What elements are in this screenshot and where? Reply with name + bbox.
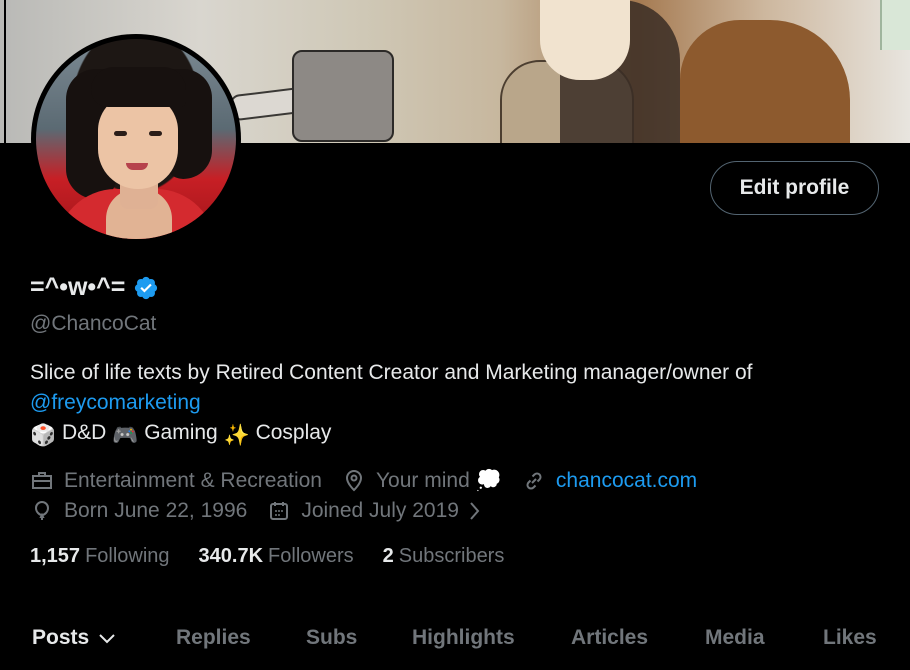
meta-location-text: Your mind: [375, 469, 470, 492]
profile-meta: Entertainment & Recreation Your mind 💭 c…: [30, 466, 717, 526]
meta-website: chancocat.com: [522, 469, 697, 493]
meta-joined-text: Joined July 2019: [301, 499, 459, 522]
meta-row-2: Born June 22, 1996 Joined July 2019: [30, 496, 717, 526]
website-link[interactable]: chancocat.com: [556, 469, 697, 493]
calendar-icon: [270, 502, 289, 520]
subscribers-label: Subscribers: [398, 545, 505, 567]
avatar-photo: [36, 39, 236, 239]
banner-monitor-mount: [292, 50, 394, 142]
meta-birthday: Born June 22, 1996: [30, 499, 247, 523]
meta-birthday-text: Born June 22, 1996: [64, 499, 248, 522]
tab-highlights[interactable]: Highlights: [412, 626, 515, 650]
handle: @ChancoCat: [30, 312, 157, 335]
bio: Slice of life texts by Retired Content C…: [30, 358, 890, 451]
subscribers-count[interactable]: 2 Subscribers: [383, 545, 505, 568]
tab-articles[interactable]: Articles: [571, 626, 648, 650]
briefcase-icon: [32, 472, 52, 489]
meta-location: Your mind 💭: [342, 469, 502, 493]
bio-cosplay: Cosplay: [255, 421, 332, 444]
display-name: =^•w•^=: [30, 273, 159, 302]
avatar-bangs: [91, 67, 186, 107]
banner-illustration-face: [540, 0, 630, 80]
profile-tabs: Posts Replies Subs Highlights Articles M…: [0, 612, 910, 670]
followers-value: 340.7K: [198, 545, 264, 567]
followers-count[interactable]: 340.7K Followers: [199, 545, 354, 568]
tab-posts-label: Posts: [32, 626, 90, 649]
meta-category-text: Entertainment & Recreation: [64, 469, 322, 492]
tab-media[interactable]: Media: [705, 626, 765, 650]
chevron-down-icon: [99, 634, 115, 644]
chevron-right-icon: [470, 502, 480, 520]
link-icon: [526, 472, 542, 490]
avatar[interactable]: [31, 34, 241, 244]
location-pin-icon: [345, 470, 362, 492]
meta-joined[interactable]: Joined July 2019: [267, 499, 495, 523]
avatar-face: [98, 94, 178, 189]
meta-row-1: Entertainment & Recreation Your mind 💭 c…: [30, 466, 717, 496]
bio-line-3: 🎲 D&D 🎮 Gaming ✨ Cosplay: [30, 418, 890, 451]
subscribers-value: 2: [382, 545, 394, 567]
banner-frame-line: [4, 0, 6, 143]
gamepad-emoji-icon: 🎮: [112, 424, 139, 447]
profile-page: Edit profile =^•w•^= @ChancoCat Slice of…: [0, 0, 910, 670]
tab-likes[interactable]: Likes: [823, 626, 877, 650]
following-count[interactable]: 1,157 Following: [30, 545, 170, 568]
following-label: Following: [85, 545, 170, 567]
balloon-icon: [34, 500, 50, 520]
tab-posts[interactable]: Posts: [32, 626, 117, 650]
bio-gaming: Gaming: [144, 421, 218, 444]
avatar-eye-right: [149, 131, 162, 136]
following-value: 1,157: [30, 545, 81, 567]
avatar-eye-left: [114, 131, 127, 136]
followers-label: Followers: [268, 545, 354, 567]
avatar-mouth: [126, 163, 148, 170]
tab-subs[interactable]: Subs: [306, 626, 357, 650]
bio-line-1: Slice of life texts by Retired Content C…: [30, 361, 753, 384]
banner-illustration-box: [880, 0, 910, 50]
edit-profile-button[interactable]: Edit profile: [710, 161, 879, 215]
dice-emoji-icon: 🎲: [30, 424, 57, 447]
tab-replies[interactable]: Replies: [176, 626, 251, 650]
thought-bubble-emoji-icon: 💭: [475, 469, 502, 492]
verified-badge-icon[interactable]: [133, 275, 159, 301]
follow-counts: 1,157 Following 340.7K Followers 2 Subscrib…: [30, 545, 533, 568]
bio-dnd: D&D: [62, 421, 107, 444]
banner-illustration-chair: [680, 20, 850, 143]
bio-mention-link[interactable]: @freycomarketing: [30, 388, 890, 418]
meta-category: Entertainment & Recreation: [30, 469, 322, 493]
sparkles-emoji-icon: ✨: [223, 424, 250, 447]
display-name-text: =^•w•^=: [30, 273, 126, 301]
